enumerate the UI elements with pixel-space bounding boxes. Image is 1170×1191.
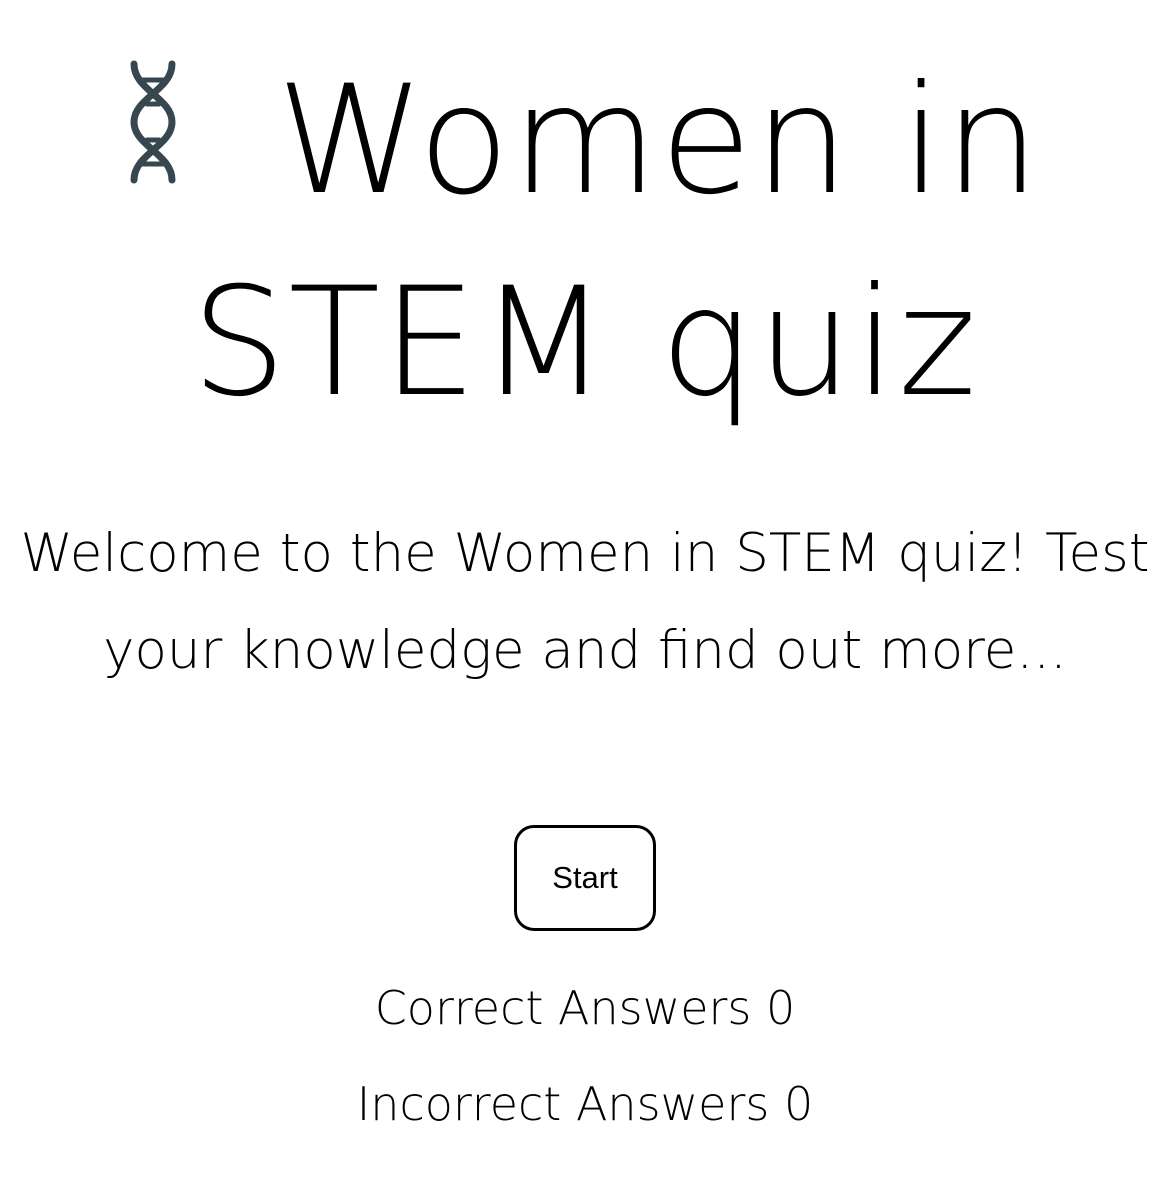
quiz-page: Women in STEM quiz Welcome to the Women …: [0, 0, 1170, 1191]
correct-answers-score: Correct Answers 0: [0, 980, 1170, 1036]
incorrect-answers-score: Incorrect Answers 0: [0, 1076, 1170, 1132]
incorrect-answers-label: Incorrect Answers: [356, 1077, 770, 1131]
start-button[interactable]: Start: [514, 825, 656, 931]
intro-text: Welcome to the Women in STEM quiz! Test …: [20, 523, 1150, 681]
correct-answers-label: Correct Answers: [374, 981, 752, 1035]
incorrect-answers-count: 0: [783, 1077, 814, 1131]
dna-icon: [128, 60, 178, 184]
correct-answers-count: 0: [766, 981, 796, 1035]
page-title: Women in STEM quiz: [0, 40, 1170, 444]
page-title-text: Women in STEM quiz: [191, 54, 1042, 430]
